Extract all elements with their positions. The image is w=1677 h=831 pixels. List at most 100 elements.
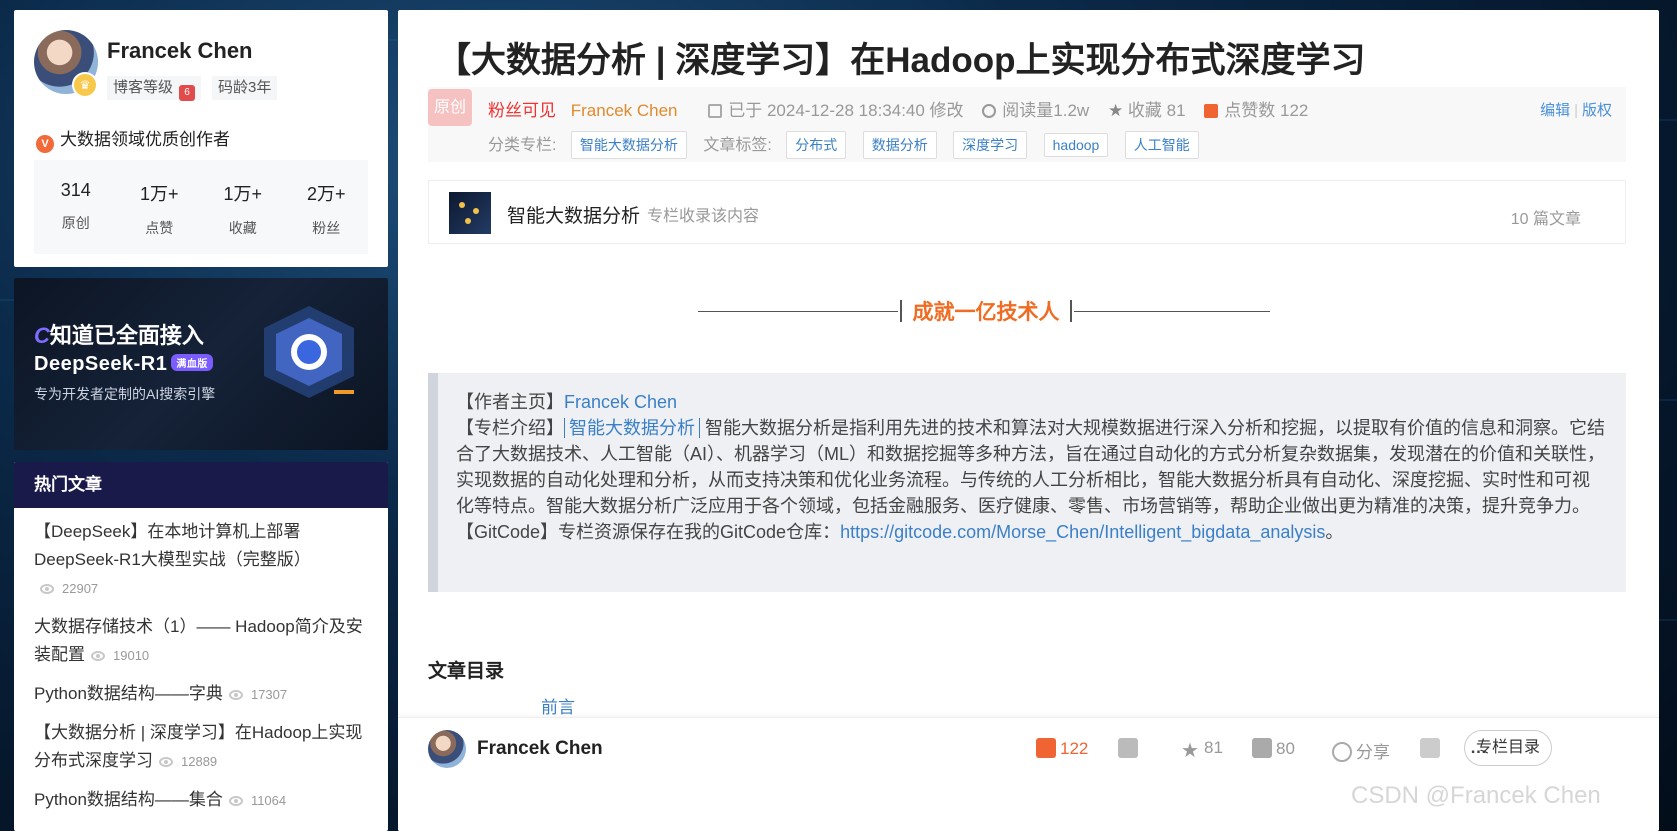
article-tag[interactable]: 人工智能: [1124, 131, 1199, 159]
comment-icon: [1252, 738, 1272, 758]
eye-icon: [982, 104, 997, 118]
favorite-button[interactable]: ★ 81: [1180, 738, 1223, 761]
pdf-icon: [1420, 738, 1440, 758]
thumbs-up-icon: [1036, 738, 1056, 758]
ad-tag: 满血版: [171, 354, 213, 371]
column-info-box[interactable]: 智能大数据分析 专栏收录该内容 10 篇文章: [428, 180, 1626, 244]
calendar-icon: [708, 104, 723, 118]
hot-article-title: Python数据结构——字典: [34, 684, 223, 703]
meta-row-info: 粉丝可见 Francek Chen 已于 2024-12-28 18:34:40…: [488, 96, 1322, 121]
article-tag[interactable]: 深度学习: [953, 131, 1028, 159]
hot-article-title: 大数据存储技术（1）—— Hadoop简介及安装配置: [34, 617, 363, 664]
eye-icon: [91, 651, 105, 661]
hot-article-views: 22907: [40, 581, 98, 596]
dislike-button[interactable]: [1118, 738, 1142, 759]
hot-article-title: Python数据结构——集合: [34, 790, 223, 809]
update-date-text: 已于 2024-12-28 18:34:40 修改: [728, 101, 964, 120]
profile-card: ♛ Francek Chen 博客等级 6 码龄3年 V 大数据领域优质创作者 31…: [14, 10, 388, 267]
column-name[interactable]: 智能大数据分析: [507, 201, 640, 228]
meta-row-tags: 分类专栏: 智能大数据分析 文章标签: 分布式 数据分析 深度学习 hadoop…: [488, 131, 1211, 159]
profile-name[interactable]: Francek Chen: [107, 38, 253, 64]
eye-icon: [40, 584, 54, 594]
original-badge: 原创: [428, 89, 472, 126]
pdf-button[interactable]: [1420, 738, 1444, 759]
stat-original[interactable]: 314 原创: [34, 160, 118, 254]
article-main: 【大数据分析 | 深度学习】在Hadoop上实现分布式深度学习 原创 粉丝可见 …: [398, 10, 1659, 831]
author-link[interactable]: Francek Chen: [571, 101, 678, 120]
star-icon: ★: [1181, 740, 1199, 762]
like-count-text: 点赞数 122: [1224, 101, 1309, 120]
hot-article-views: 12889: [159, 754, 217, 769]
article-tag[interactable]: 数据分析: [862, 131, 937, 159]
column-intro-quote: 【作者主页】Francek Chen 【专栏介绍】 智能大数据分析 智能大数据分析…: [428, 373, 1626, 592]
crown-badge-icon: ♛: [72, 72, 98, 98]
ad-logo: C知道已全面接入: [34, 318, 204, 350]
share-button[interactable]: 分享: [1332, 738, 1390, 763]
hot-article-title: 【DeepSeek】在本地计算机上部署DeepSeek-R1大模型实战（完整版）: [34, 522, 311, 569]
column-thumbnail: [449, 192, 491, 234]
column-link[interactable]: 智能大数据分析: [564, 418, 700, 438]
stat-favorites[interactable]: 1万+ 收藏: [201, 160, 285, 254]
column-article-count: 10 篇文章: [1510, 211, 1581, 228]
author-name[interactable]: Francek Chen: [477, 738, 603, 760]
article-tag[interactable]: 分布式: [786, 131, 847, 159]
intro-author-line: 【作者主页】Francek Chen: [456, 389, 1606, 415]
ad-subtitle: 专为开发者定制的AI搜索引擎: [34, 386, 216, 402]
slogan-divider: 成就一亿技术人: [698, 296, 1270, 326]
article-meta: 原创 粉丝可见 Francek Chen 已于 2024-12-28 18:34…: [428, 87, 1626, 162]
column-toc-button[interactable]: 专栏目录: [1464, 730, 1552, 766]
eye-icon: [159, 757, 173, 767]
hot-article-views: 11064: [228, 793, 286, 808]
creator-title-text: 大数据领域优质创作者: [60, 130, 230, 149]
stat-number: 314: [60, 180, 91, 200]
slogan-text: 成就一亿技术人: [900, 296, 1072, 326]
ad-logo-text: 知道已全面接入: [49, 323, 204, 348]
stat-label: 粉丝: [312, 220, 341, 236]
blog-level-label: 博客等级: [113, 79, 174, 96]
like-count[interactable]: 点赞数 122: [1204, 101, 1308, 120]
like-button[interactable]: 122: [1036, 738, 1088, 759]
hot-articles-list: 【DeepSeek】在本地计算机上部署DeepSeek-R1大模型实战（完整版）…: [14, 508, 388, 815]
gitcode-link[interactable]: https://gitcode.com/Morse_Chen/Intellige…: [840, 522, 1325, 542]
meta-actions: 编辑 | 版权: [1540, 99, 1612, 120]
verified-v-icon: V: [36, 135, 54, 153]
comment-count: 80: [1276, 739, 1295, 758]
intro-author-prefix: 【作者主页】: [456, 392, 564, 412]
intro-gitcode-prefix: 【GitCode】专栏资源保存在我的GitCode仓库：: [456, 522, 841, 542]
toc-item[interactable]: 前言: [541, 693, 575, 718]
author-homepage-link[interactable]: Francek Chen: [564, 392, 677, 412]
thumbs-down-icon: [1118, 738, 1138, 758]
stat-fans[interactable]: 2万+ 粉丝: [285, 160, 369, 254]
favorite-count-text: 收藏 81: [1127, 101, 1186, 120]
deepseek-ad-banner[interactable]: C知道已全面接入 DeepSeek-R1 满血版 专为开发者定制的AI搜索引擎: [14, 278, 388, 450]
hot-article-item[interactable]: Python数据结构——字典 17307: [34, 680, 368, 709]
category-tag[interactable]: 智能大数据分析: [570, 131, 687, 159]
thumbs-up-icon: [1204, 104, 1219, 118]
creator-title[interactable]: V 大数据领域优质创作者: [36, 125, 230, 153]
tags-label: 文章标签:: [703, 137, 772, 154]
hot-article-item[interactable]: 【DeepSeek】在本地计算机上部署DeepSeek-R1大模型实战（完整版）…: [34, 518, 368, 603]
hot-article-views: 19010: [91, 648, 149, 663]
view-count: 19010: [113, 648, 150, 663]
comment-button[interactable]: 80: [1252, 738, 1295, 759]
intro-gitcode-line: 【GitCode】专栏资源保存在我的GitCode仓库：https://gitc…: [456, 519, 1606, 545]
stat-label: 收藏: [228, 220, 257, 236]
toc-title: 文章目录: [428, 661, 505, 682]
hot-articles-header: 热门文章: [14, 462, 388, 508]
stat-number: 1万+: [139, 184, 179, 204]
blog-level-badge[interactable]: 博客等级 6: [107, 76, 202, 101]
hot-article-item[interactable]: Python数据结构——集合 11064: [34, 786, 368, 815]
eye-icon: [228, 796, 243, 806]
edit-link[interactable]: 编辑: [1540, 102, 1570, 119]
update-date: 已于 2024-12-28 18:34:40 修改: [708, 101, 964, 120]
code-age-badge: 码龄3年: [212, 76, 278, 100]
copyright-link[interactable]: 版权: [1582, 102, 1612, 119]
stat-label: 点赞: [145, 220, 174, 236]
author-avatar[interactable]: [428, 730, 466, 768]
favorite-count[interactable]: ★ 收藏 81: [1108, 101, 1186, 120]
stat-likes[interactable]: 1万+ 点赞: [118, 160, 202, 254]
category-label: 分类专栏:: [488, 137, 557, 154]
hot-article-item[interactable]: 大数据存储技术（1）—— Hadoop简介及安装配置 19010: [34, 613, 368, 670]
article-tag[interactable]: hadoop: [1043, 133, 1109, 157]
hot-article-item[interactable]: 【大数据分析 | 深度学习】在Hadoop上实现分布式深度学习 12889: [34, 719, 368, 776]
